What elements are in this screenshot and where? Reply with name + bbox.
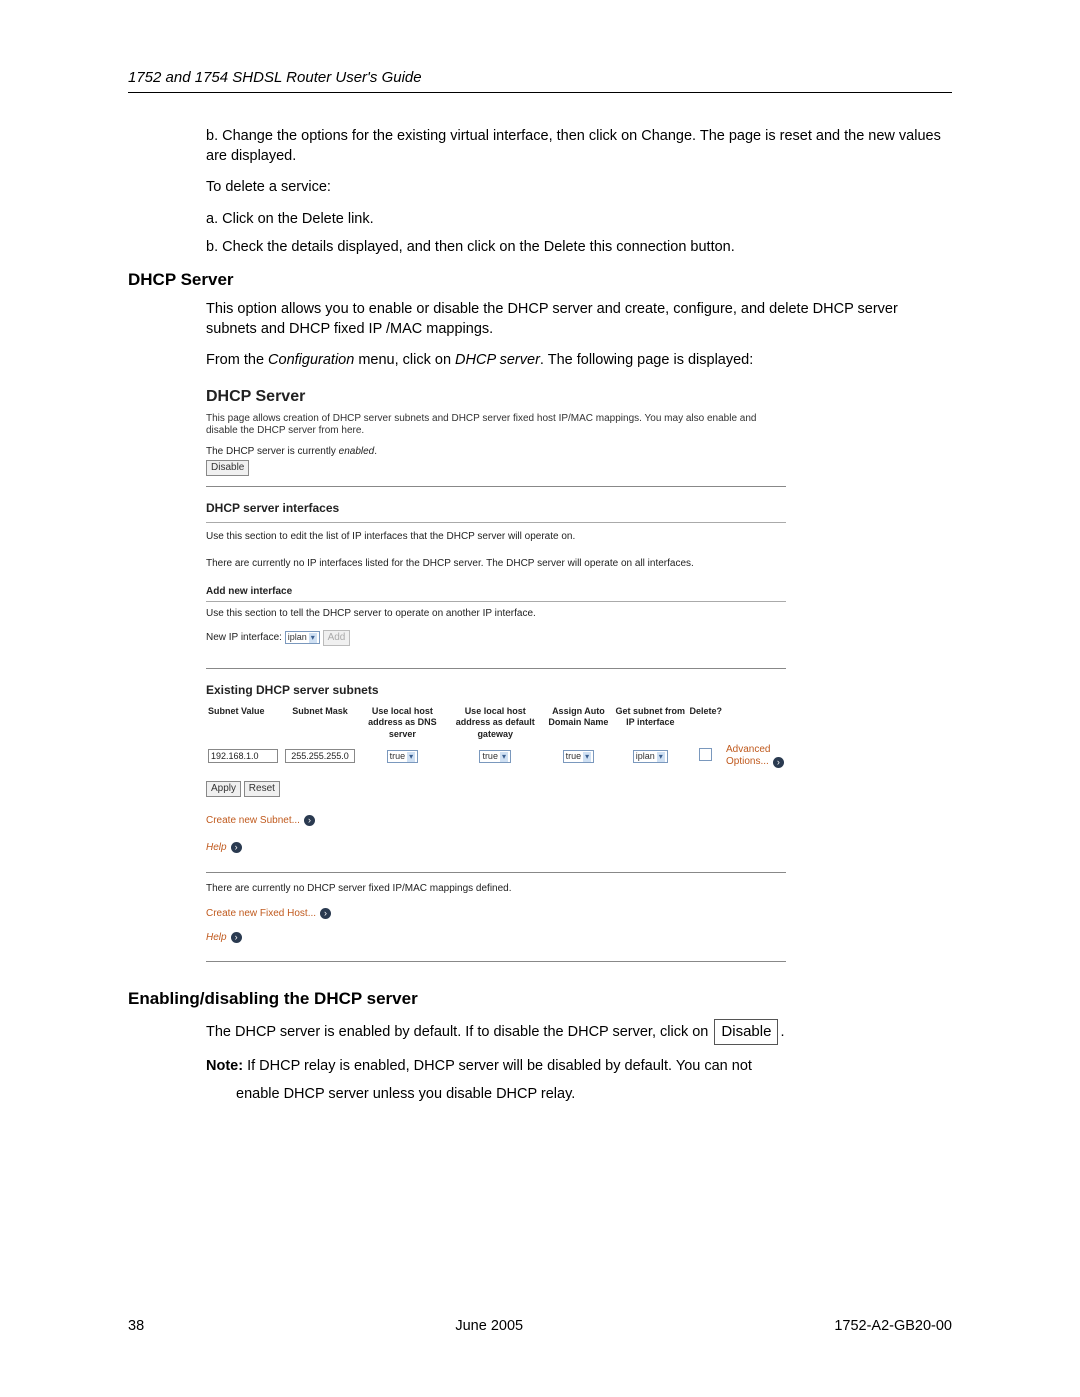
nav-italic-2: DHCP server [455,352,540,368]
note-line: Note: If DHCP relay is enabled, DHCP ser… [206,1057,952,1077]
footer-doc-number: 1752-A2-GB20-00 [834,1317,952,1337]
status-post: . [374,446,377,457]
delete-service-heading: To delete a service: [206,178,952,198]
step-b: b. Check the details displayed, and then… [206,238,952,258]
inline-disable-button[interactable]: Disable [714,1019,778,1045]
ifaces-desc: Use this section to edit the list of IP … [206,531,786,544]
iface-select[interactable]: iplan▾ [633,750,668,763]
help-link[interactable]: Help [206,842,227,853]
th-subnet-mask: Subnet Mask [282,704,358,742]
running-header: 1752 and 1754 SHDSL Router User's Guide [128,68,952,93]
delete-checkbox[interactable] [699,748,712,761]
status-value: enabled [339,446,375,457]
note-label: Note: [206,1058,243,1074]
th-delete: Delete? [687,704,724,742]
page-footer: 38 June 2005 1752-A2-GB20-00 [128,1317,952,1337]
new-ip-interface-select[interactable]: iplan▾ [285,631,320,644]
th-domain: Assign Auto Domain Name [544,704,614,742]
enable-disable-para: The DHCP server is enabled by default. I… [206,1019,952,1045]
section-title-dhcp-server: DHCP Server [128,269,952,292]
subnet-value-input[interactable]: 192.168.1.0 [208,749,278,763]
arrow-circle-icon: › [304,815,315,826]
add-iface-title: Add new interface [206,586,786,602]
nav-text-2: menu, click on [354,352,455,368]
fixed-none: There are currently no DHCP server fixed… [206,883,786,896]
page-number: 38 [128,1317,144,1337]
dns-value: true [390,751,406,761]
status-pre: The DHCP server is currently [206,446,339,457]
add-iface-desc: Use this section to tell the DHCP server… [206,608,786,621]
arrow-circle-icon: › [231,932,242,943]
arrow-circle-icon: › [320,908,331,919]
apply-button[interactable]: Apply [206,781,241,797]
th-gateway: Use local host address as default gatewa… [447,704,544,742]
th-subnet-value: Subnet Value [206,704,282,742]
arrow-circle-icon: › [231,842,242,853]
chevron-down-icon: ▾ [657,752,665,762]
add-iface-label: New IP interface: [206,632,282,643]
nav-italic-1: Configuration [268,352,354,368]
th-from-iface: Get subnet from IP interface [613,704,687,742]
domain-value: true [566,751,582,761]
section-title-enable-disable: Enabling/disabling the DHCP server [128,988,952,1011]
add-button[interactable]: Add [323,630,351,646]
line1-pre: The DHCP server is enabled by default. I… [206,1024,712,1040]
domain-select[interactable]: true▾ [563,750,595,763]
note-continued: enable DHCP server unless you disable DH… [236,1085,952,1105]
nav-text-3: . The following page is displayed: [540,352,753,368]
th-dns: Use local host address as DNS server [358,704,447,742]
chevron-down-icon: ▾ [583,752,591,762]
footer-date: June 2005 [455,1317,523,1337]
shot-title: DHCP Server [206,383,786,413]
subnets-title: Existing DHCP server subnets [206,683,786,698]
advanced-options-link[interactable]: Advanced Options... [726,744,770,768]
dhcp-server-screenshot: DHCP Server This page allows creation of… [206,383,786,962]
table-header-row: Subnet Value Subnet Mask Use local host … [206,704,786,742]
table-row: 192.168.1.0 255.255.255.0 true▾ true▾ tr… [206,742,786,771]
help-link-fixed[interactable]: Help [206,933,227,944]
iface-value: iplan [636,751,655,761]
shot-desc: This page allows creation of DHCP server… [206,413,786,438]
subnets-table: Subnet Value Subnet Mask Use local host … [206,704,786,771]
new-ip-interface-value: iplan [288,632,307,642]
ifaces-none: There are currently no IP interfaces lis… [206,558,786,571]
dhcp-desc: This option allows you to enable or disa… [206,300,952,339]
chevron-down-icon: ▾ [407,752,415,762]
shot-status-line: The DHCP server is currently enabled. [206,446,786,459]
nav-text-1: From the [206,352,268,368]
subnet-mask-input[interactable]: 255.255.255.0 [285,749,355,763]
step-a: a. Click on the Delete link. [206,210,952,230]
gateway-value: true [482,751,498,761]
disable-button[interactable]: Disable [206,460,249,476]
dns-select[interactable]: true▾ [387,750,419,763]
chevron-down-icon: ▾ [309,633,317,643]
create-subnet-link[interactable]: Create new Subnet... [206,815,300,826]
create-fixed-host-link[interactable]: Create new Fixed Host... [206,908,316,919]
arrow-circle-icon: › [773,757,784,768]
line1-post: . [780,1024,784,1040]
dhcp-nav-instruction: From the Configuration menu, click on DH… [206,351,952,371]
note-rest: If DHCP relay is enabled, DHCP server wi… [243,1058,752,1074]
chevron-down-icon: ▾ [500,752,508,762]
gateway-select[interactable]: true▾ [479,750,511,763]
instruction-b-change: b. Change the options for the existing v… [206,127,952,166]
reset-button[interactable]: Reset [244,781,280,797]
ifaces-title: DHCP server interfaces [206,501,786,516]
